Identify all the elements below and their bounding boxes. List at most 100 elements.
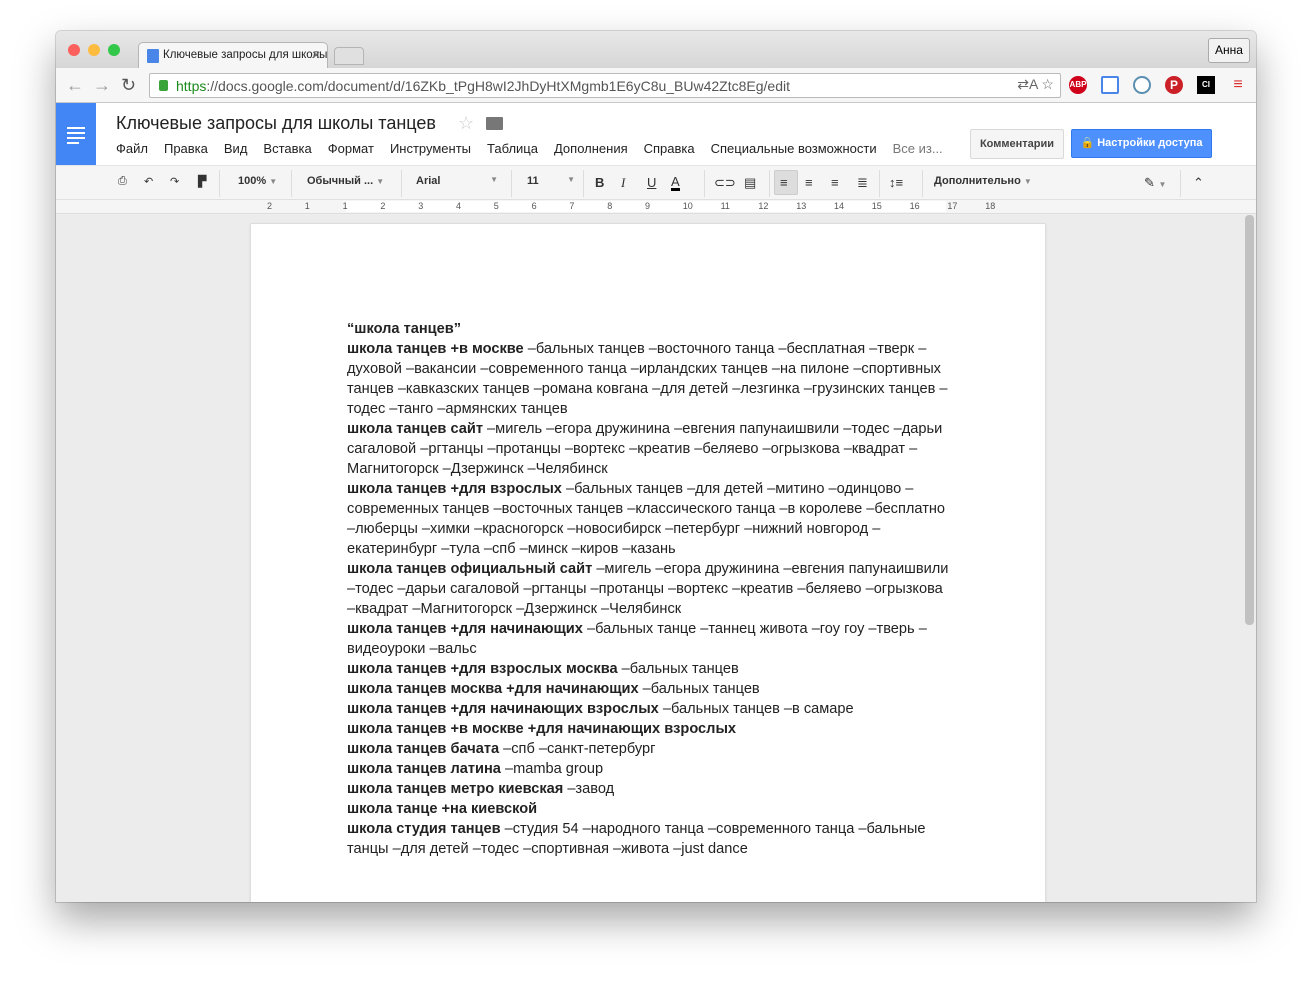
- menu-addons[interactable]: Дополнения: [554, 141, 628, 156]
- translate-star-icons[interactable]: ⇄A ☆: [1017, 76, 1054, 93]
- document-title[interactable]: Ключевые запросы для школы танцев: [116, 113, 436, 134]
- menu-accessibility[interactable]: Специальные возможности: [711, 141, 877, 156]
- minimize-window-button[interactable]: [88, 44, 100, 56]
- paragraph: школа танцев +для начинающих –бальных та…: [347, 619, 953, 659]
- menu-insert[interactable]: Вставка: [263, 141, 311, 156]
- ruler-number: 13: [796, 201, 807, 211]
- menu-view[interactable]: Вид: [224, 141, 248, 156]
- comments-button[interactable]: Комментарии: [970, 129, 1064, 159]
- browser-tab[interactable]: Ключевые запросы для школы танцев✕: [138, 42, 328, 68]
- style-select[interactable]: Обычный ... ▼: [307, 175, 384, 187]
- toolbar: ⎙ ↶ ↷ ▛ 100% ▼ Обычный ... ▼ Arial ▼ 11 ▼ …: [56, 165, 1256, 200]
- ruler[interactable]: 2 1 1 2 3 4 5 6 7 8 9 10 11 12 13 14 15 16 17 18: [56, 200, 1256, 214]
- ruler-number: 18: [985, 201, 996, 211]
- comment-icon[interactable]: ▤: [744, 175, 756, 191]
- align-left-button[interactable]: ≡: [774, 170, 798, 195]
- ruler-number: 14: [834, 201, 845, 211]
- keyword-phrase: школа танце +на киевской: [347, 801, 538, 817]
- docs-home-icon[interactable]: [56, 103, 96, 165]
- justify-button[interactable]: ≣: [857, 175, 868, 191]
- url-input[interactable]: https://docs.google.com/document/d/16ZKb…: [149, 73, 1061, 98]
- ruler-number: 1: [304, 201, 310, 211]
- negative-keywords: –спб –санкт-петербург: [499, 741, 656, 757]
- link-icon[interactable]: ⊂⊃: [714, 175, 736, 191]
- menu-file[interactable]: Файл: [116, 141, 148, 156]
- zoom-window-button[interactable]: [108, 44, 120, 56]
- ci-extension-icon[interactable]: CI: [1197, 76, 1215, 94]
- paragraph: школа танцев метро киевская –завод: [347, 779, 953, 799]
- extension-drop-icon[interactable]: [1133, 76, 1151, 94]
- close-window-button[interactable]: [68, 44, 80, 56]
- document-page[interactable]: “школа танцев” школа танцев +в москве –ба…: [251, 224, 1045, 902]
- line-spacing-icon[interactable]: ↕≡: [889, 175, 903, 190]
- keyword-phrase: “школа танцев”: [347, 321, 461, 337]
- align-center-button[interactable]: ≡: [805, 175, 813, 190]
- back-icon[interactable]: ←: [66, 75, 84, 96]
- keyword-phrase: школа танцев бачата: [347, 741, 500, 757]
- ruler-number: 8: [607, 201, 613, 211]
- adblock-icon[interactable]: ABP: [1069, 76, 1087, 94]
- ruler-number: 7: [569, 201, 575, 211]
- forward-icon[interactable]: →: [93, 75, 111, 96]
- tab-bar: Ключевые запросы для школы танцев✕ Анна: [56, 31, 1256, 68]
- ruler-number: 11: [720, 201, 730, 211]
- paragraph: “школа танцев”: [347, 319, 953, 339]
- close-tab-icon[interactable]: ✕: [311, 48, 321, 62]
- pinterest-icon[interactable]: P: [1165, 76, 1183, 94]
- document-body[interactable]: “школа танцев” школа танцев +в москве –ба…: [347, 319, 953, 859]
- menu-edit[interactable]: Правка: [164, 141, 208, 156]
- star-icon[interactable]: ☆: [458, 113, 474, 134]
- keyword-phrase: школа танцев +для взрослых москва: [347, 661, 618, 677]
- folder-icon[interactable]: [486, 117, 503, 130]
- new-tab-button[interactable]: [334, 47, 364, 65]
- italic-button[interactable]: I: [621, 175, 625, 191]
- url-scheme: https: [176, 78, 207, 94]
- ruler-number: 17: [947, 201, 958, 211]
- screen-capture-icon[interactable]: [1101, 76, 1119, 94]
- menu-help[interactable]: Справка: [644, 141, 695, 156]
- url-path: ://docs.google.com/document/d/16ZKb_tPgH…: [206, 78, 790, 94]
- ruler-number: 12: [758, 201, 769, 211]
- negative-keywords: –бальных танцев –в самаре: [658, 701, 854, 717]
- ruler-number: 6: [531, 201, 537, 211]
- tab-title: Ключевые запросы для школы танцев: [163, 49, 328, 61]
- profile-button[interactable]: Анна: [1208, 38, 1250, 63]
- font-select[interactable]: Arial ▼: [416, 175, 498, 187]
- ruler-number: 2: [267, 201, 273, 211]
- chrome-menu-icon[interactable]: ≡: [1229, 76, 1247, 94]
- paragraph: школа танцев москва +для начинающих –бал…: [347, 679, 953, 699]
- negative-keywords: –бальных танцев: [638, 681, 760, 697]
- share-button[interactable]: 🔒 Настройки доступа: [1071, 129, 1212, 158]
- zoom-select[interactable]: 100% ▼: [238, 175, 277, 187]
- undo-icon[interactable]: ↶: [144, 175, 153, 188]
- font-size-select[interactable]: 11 ▼: [527, 175, 575, 187]
- scrollbar[interactable]: [1245, 215, 1254, 625]
- redo-icon[interactable]: ↷: [170, 175, 179, 188]
- underline-button[interactable]: U: [647, 175, 656, 190]
- editing-mode-icon[interactable]: ✎ ▼: [1144, 175, 1166, 191]
- print-icon[interactable]: ⎙: [118, 175, 127, 188]
- paragraph: школа танцев сайт –мигель –егора дружини…: [347, 419, 953, 479]
- last-edit-link[interactable]: Все из...: [893, 141, 943, 156]
- paragraph: школа танцев +в москве –бальных танцев –…: [347, 339, 953, 419]
- keyword-phrase: школа танцев латина: [347, 761, 501, 777]
- ruler-number: 2: [380, 201, 386, 211]
- keyword-phrase: школа студия танцев: [347, 821, 501, 837]
- more-button[interactable]: Дополнительно ▼: [934, 175, 1032, 187]
- paint-format-icon[interactable]: ▛: [198, 175, 206, 188]
- ruler-number: 15: [871, 201, 882, 211]
- negative-keywords: –завод: [563, 781, 615, 797]
- align-right-button[interactable]: ≡: [831, 175, 839, 190]
- negative-keywords: –mamba group: [500, 761, 604, 777]
- keyword-phrase: школа танцев +для взрослых: [347, 481, 562, 497]
- collapse-icon[interactable]: ⌃: [1193, 175, 1204, 191]
- ruler-number: 16: [909, 201, 920, 211]
- bold-button[interactable]: B: [595, 175, 604, 190]
- menu-tools[interactable]: Инструменты: [390, 141, 471, 156]
- text-color-button[interactable]: A: [671, 175, 680, 191]
- reload-icon[interactable]: ↻: [121, 75, 136, 96]
- menu-format[interactable]: Формат: [328, 141, 374, 156]
- menu-table[interactable]: Таблица: [487, 141, 538, 156]
- keyword-phrase: школа танцев +в москве: [347, 341, 524, 357]
- ruler-number: 10: [682, 201, 693, 211]
